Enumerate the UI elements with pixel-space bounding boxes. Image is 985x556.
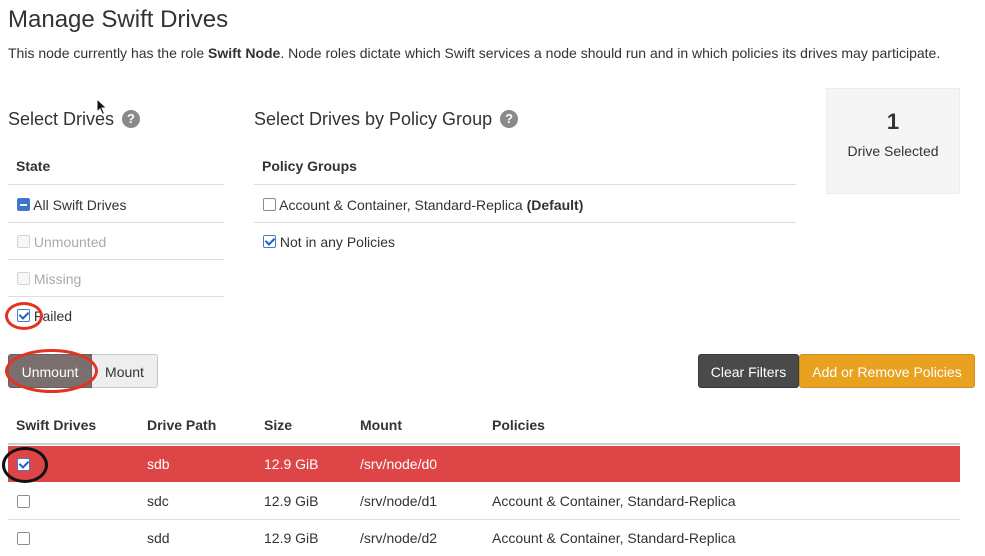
state-filter-missing[interactable]: Missing [17, 271, 81, 287]
node-role: Swift Node [208, 45, 281, 61]
drive-path-cell: sdc [147, 493, 169, 509]
state-filter-label: Unmounted [33, 234, 107, 250]
policy-default-tag: (Default) [526, 197, 584, 213]
checkbox-unchecked-icon[interactable] [17, 495, 30, 508]
column-header-mount: Mount [360, 417, 402, 433]
add-remove-policies-button[interactable]: Add or Remove Policies [799, 354, 975, 388]
divider [8, 222, 224, 223]
divider [8, 296, 224, 297]
checkbox-checked-icon[interactable] [17, 458, 30, 471]
table-row[interactable]: sdd 12.9 GiB /srv/node/d2 Account & Cont… [8, 520, 960, 556]
column-header-size: Size [264, 417, 293, 433]
checkbox-unchecked-icon[interactable] [17, 532, 30, 545]
table-row[interactable]: sdb 12.9 GiB /srv/node/d0 [8, 446, 960, 482]
checkbox-checked-icon[interactable] [17, 309, 30, 322]
drive-mount-cell: /srv/node/d0 [360, 456, 438, 472]
drive-policies-cell: Account & Container, Standard-Replica [492, 530, 736, 546]
policy-group-title: Select Drives by Policy Group? [254, 108, 519, 130]
state-filter-failed[interactable]: Failed [17, 308, 72, 324]
divider [8, 184, 224, 185]
checkbox-indeterminate-icon[interactable] [17, 198, 30, 211]
drive-mount-cell: /srv/node/d1 [360, 493, 438, 509]
state-filter-all[interactable]: All Swift Drives [17, 197, 126, 213]
page-title: Manage Swift Drives [8, 6, 229, 33]
help-icon[interactable]: ? [500, 110, 519, 128]
checkbox-checked-icon[interactable] [263, 235, 276, 248]
intro-text-after: . Node roles dictate which Swift service… [280, 45, 941, 61]
selected-count: 1 [886, 109, 900, 134]
drive-path-cell: sdb [147, 456, 170, 472]
help-icon[interactable]: ? [122, 110, 141, 128]
checkbox-disabled-icon [17, 235, 30, 248]
drive-path-cell: sdd [147, 530, 170, 546]
state-filter-label: Failed [33, 308, 73, 324]
divider [254, 184, 796, 185]
unmount-button[interactable]: Unmount [8, 354, 92, 388]
mount-button[interactable]: Mount [92, 354, 158, 388]
drive-mount-cell: /srv/node/d2 [360, 530, 438, 546]
state-filter-label: Missing [33, 271, 82, 287]
policy-filter-label: Not in any Policies [279, 234, 396, 250]
column-header-policies: Policies [492, 417, 545, 433]
drives-selected-summary: 1 Drive Selected [826, 88, 960, 194]
checkbox-disabled-icon [17, 272, 30, 285]
mouse-cursor-icon [96, 98, 108, 116]
clear-filters-button[interactable]: Clear Filters [698, 354, 799, 388]
policy-filter-none[interactable]: Not in any Policies [263, 234, 395, 250]
policy-filter-account-container[interactable]: Account & Container, Standard-Replica (D… [263, 197, 583, 213]
divider [8, 259, 224, 260]
intro-text-before: This node currently has the role [8, 45, 208, 61]
drive-size-cell: 12.9 GiB [264, 530, 319, 546]
column-header-drive-path: Drive Path [147, 417, 217, 433]
select-drives-title: Select Drives? [8, 108, 141, 130]
policy-groups-header: Policy Groups [262, 158, 357, 174]
selected-label: Drive Selected [847, 143, 939, 159]
policy-filter-label: Account & Container, Standard-Replica [279, 197, 523, 213]
column-header-swift-drives: Swift Drives [16, 417, 97, 433]
drive-policies-cell: Account & Container, Standard-Replica [492, 493, 736, 509]
drive-size-cell: 12.9 GiB [264, 456, 319, 472]
checkbox-unchecked-icon[interactable] [263, 198, 276, 211]
state-filter-unmounted[interactable]: Unmounted [17, 234, 106, 250]
drive-size-cell: 12.9 GiB [264, 493, 319, 509]
page-description: This node currently has the role Swift N… [8, 45, 940, 61]
table-row[interactable]: sdc 12.9 GiB /srv/node/d1 Account & Cont… [8, 483, 960, 519]
state-header: State [16, 158, 51, 174]
table-header-divider [8, 443, 960, 445]
state-filter-label: All Swift Drives [33, 197, 127, 213]
policy-group-title-text: Select Drives by Policy Group [254, 109, 493, 129]
divider [254, 222, 796, 223]
